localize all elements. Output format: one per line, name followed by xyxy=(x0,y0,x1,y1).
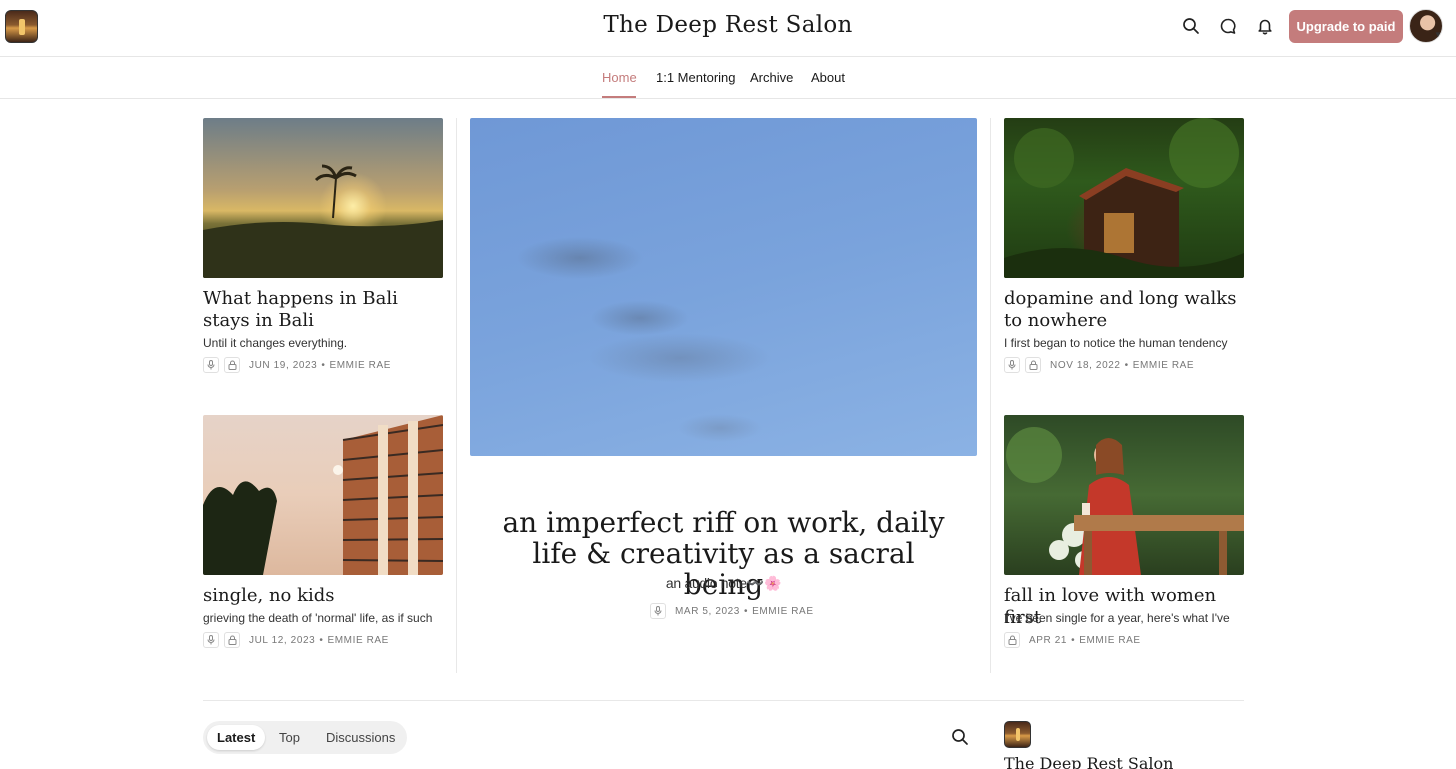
women-post-image[interactable] xyxy=(1004,415,1244,575)
post-author[interactable]: EMMIE RAE xyxy=(329,360,391,371)
bali-post-subtitle: Until it changes everything. xyxy=(203,336,348,350)
lock-icon xyxy=(224,632,240,648)
single-post-subtitle: grieving the death of 'normal' life, as … xyxy=(203,611,433,625)
audio-icon[interactable] xyxy=(203,632,219,648)
nav-about[interactable]: About xyxy=(811,70,845,85)
main-nav: Home 1:1 Mentoring Archive About xyxy=(0,57,1456,99)
post-date: APR 21 xyxy=(1029,634,1068,646)
post-filter-tabs: Latest Top Discussions xyxy=(203,721,407,754)
post-date: JUL 12, 2023 xyxy=(249,634,316,646)
featured-post-image[interactable] xyxy=(470,118,977,456)
publication-logo-small[interactable] xyxy=(1004,721,1031,748)
meta-separator: • xyxy=(1124,359,1129,371)
chevron-down-icon[interactable]: ▼ xyxy=(1434,30,1442,39)
bali-post-title[interactable]: What happens in Bali stays in Bali xyxy=(203,288,443,332)
tab-discussions[interactable]: Discussions xyxy=(316,725,405,750)
nav-mentoring[interactable]: 1:1 Mentoring xyxy=(656,70,736,85)
meta-separator: • xyxy=(1071,634,1076,646)
nav-archive[interactable]: Archive xyxy=(750,70,793,85)
bali-post-image[interactable] xyxy=(203,118,443,278)
lock-icon xyxy=(224,357,240,373)
column-divider xyxy=(456,118,457,673)
audio-icon[interactable] xyxy=(203,357,219,373)
section-divider xyxy=(203,700,1244,701)
search-posts-icon[interactable] xyxy=(951,728,971,748)
dopamine-post-subtitle: I first began to notice the human tenden… xyxy=(1004,336,1228,350)
bell-icon[interactable] xyxy=(1255,16,1275,36)
featured-post-meta: MAR 5, 2023 • EMMIE RAE xyxy=(650,603,814,619)
dopamine-post-meta: NOV 18, 2022 • EMMIE RAE xyxy=(1004,357,1194,373)
meta-separator: • xyxy=(319,634,324,646)
lock-icon xyxy=(1004,632,1020,648)
tab-latest[interactable]: Latest xyxy=(207,725,266,750)
post-author[interactable]: EMMIE RAE xyxy=(752,606,814,617)
dopamine-post-title[interactable]: dopamine and long walks to nowhere xyxy=(1004,288,1244,332)
upgrade-button[interactable]: Upgrade to paid xyxy=(1289,10,1403,43)
single-post-meta: JUL 12, 2023 • EMMIE RAE xyxy=(203,632,389,648)
single-post-image[interactable] xyxy=(203,415,443,575)
post-author[interactable]: EMMIE RAE xyxy=(1133,360,1195,371)
nav-home[interactable]: Home xyxy=(602,70,637,85)
post-date: NOV 18, 2022 xyxy=(1050,359,1121,371)
single-post-title[interactable]: single, no kids xyxy=(203,585,443,607)
active-nav-indicator xyxy=(602,96,636,98)
audio-icon[interactable] xyxy=(1004,357,1020,373)
post-date: MAR 5, 2023 xyxy=(675,605,740,617)
dopamine-post-image[interactable] xyxy=(1004,118,1244,278)
chat-icon[interactable] xyxy=(1218,16,1238,36)
lock-icon xyxy=(1025,357,1041,373)
post-author[interactable]: EMMIE RAE xyxy=(1079,635,1141,646)
post-date: JUN 19, 2023 xyxy=(249,359,318,371)
meta-separator: • xyxy=(321,359,326,371)
publication-name[interactable]: The Deep Rest Salon xyxy=(1004,754,1173,769)
tab-top[interactable]: Top xyxy=(269,725,310,750)
column-divider xyxy=(990,118,991,673)
top-bar: The Deep Rest Salon Upgrade to paid ▼ xyxy=(0,0,1456,57)
featured-post-subtitle: an audio note〰️🌸 xyxy=(665,575,782,591)
search-icon[interactable] xyxy=(1181,16,1201,36)
post-author[interactable]: EMMIE RAE xyxy=(327,635,389,646)
bali-post-meta: JUN 19, 2023 • EMMIE RAE xyxy=(203,357,391,373)
women-post-meta: APR 21 • EMMIE RAE xyxy=(1004,632,1141,648)
audio-icon[interactable] xyxy=(650,603,666,619)
women-post-subtitle: I've been single for a year, here's what… xyxy=(1004,611,1230,625)
meta-separator: • xyxy=(743,605,749,617)
